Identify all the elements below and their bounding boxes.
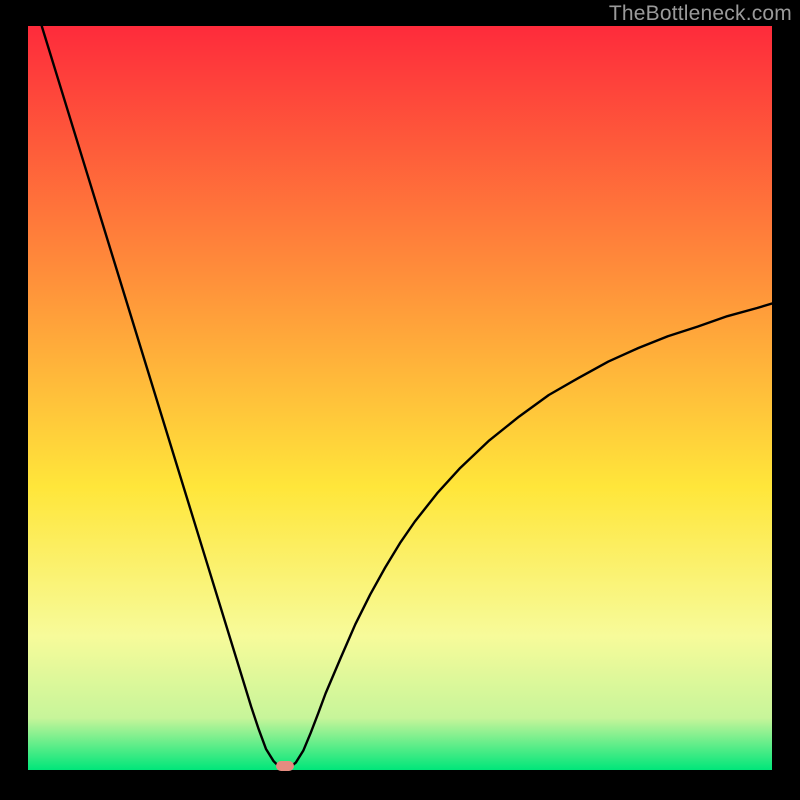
watermark-text: TheBottleneck.com xyxy=(609,2,792,26)
gradient-background xyxy=(28,26,772,770)
minimum-marker xyxy=(276,761,294,771)
bottleneck-chart xyxy=(28,26,772,770)
plot-frame xyxy=(28,26,772,770)
